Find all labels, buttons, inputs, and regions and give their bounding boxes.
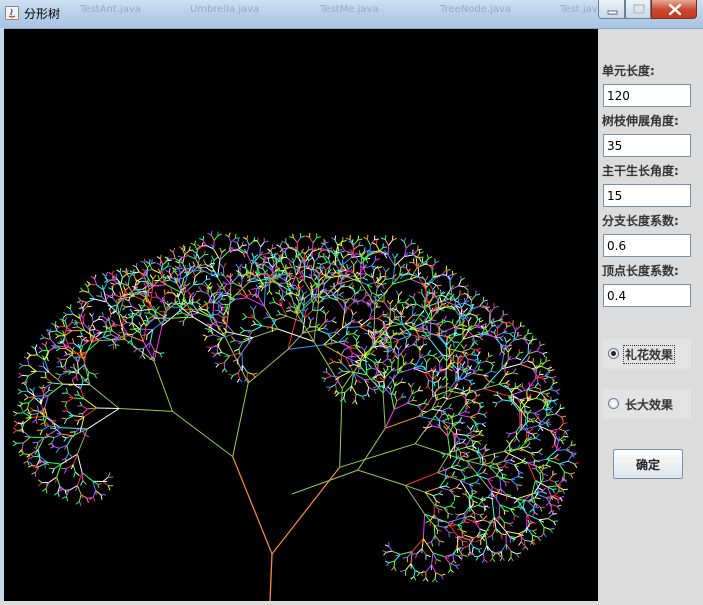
- background-tab: TreeNode.java: [440, 4, 511, 20]
- window-title: 分形树: [24, 5, 60, 22]
- unit-length-label: 单元长度:: [602, 62, 655, 79]
- grow-effect-label: 长大效果: [624, 396, 674, 413]
- fractal-tree-canvas[interactable]: [4, 29, 598, 601]
- fractal-tree: [4, 29, 598, 601]
- control-panel: 单元长度: 树枝伸展角度: 主干生长角度: 分支长度系数: 顶点长度系数: 礼花…: [598, 29, 703, 601]
- radio-selected-icon[interactable]: [608, 348, 619, 359]
- grow-effect-radio[interactable]: 长大效果: [602, 389, 691, 419]
- tip-ratio-input[interactable]: [603, 284, 691, 307]
- trunk-angle-label: 主干生长角度:: [602, 162, 679, 179]
- minimize-button[interactable]: [598, 0, 625, 19]
- unit-length-input[interactable]: [603, 84, 691, 107]
- branch-angle-input[interactable]: [603, 134, 691, 157]
- fireworks-effect-radio[interactable]: 礼花效果: [602, 339, 691, 369]
- fireworks-effect-label: 礼花效果: [624, 346, 674, 363]
- tip-ratio-label: 顶点长度系数:: [602, 262, 679, 279]
- maximize-button[interactable]: [625, 0, 651, 19]
- branch-angle-label: 树枝伸展角度:: [602, 112, 679, 129]
- branch-ratio-input[interactable]: [603, 234, 691, 257]
- trunk-angle-input[interactable]: [603, 184, 691, 207]
- java-app-icon: [5, 6, 19, 20]
- title-bar[interactable]: 分形树 TestAnt.java Umbrella.java TestMe.ja…: [0, 0, 703, 29]
- close-button[interactable]: [651, 0, 697, 19]
- ok-button[interactable]: 确定: [613, 449, 683, 479]
- background-tab: TestAnt.java: [80, 4, 141, 20]
- minimize-icon: [599, 0, 626, 19]
- background-tab: TestMe.java: [320, 4, 379, 20]
- close-icon: [652, 0, 698, 19]
- background-tab: Umbrella.java: [190, 4, 259, 20]
- maximize-icon: [626, 0, 652, 19]
- radio-unselected-icon[interactable]: [608, 398, 619, 409]
- branch-ratio-label: 分支长度系数:: [602, 212, 679, 229]
